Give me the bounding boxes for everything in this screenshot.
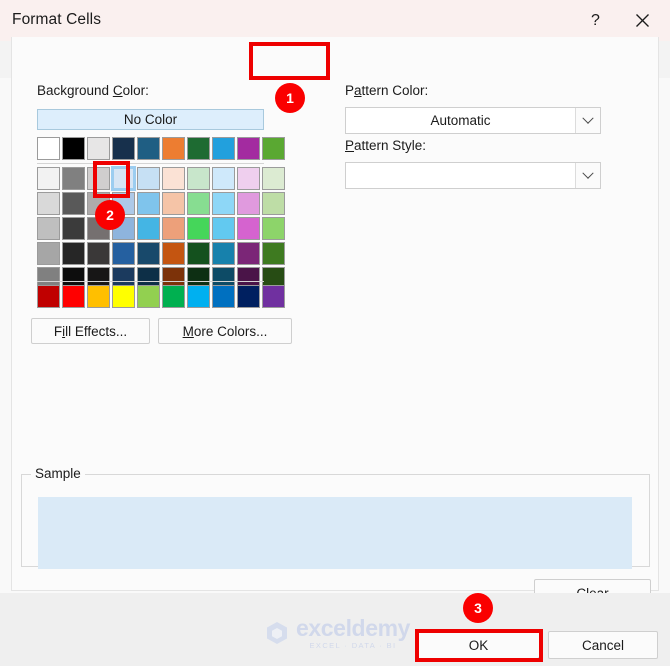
theme-color-swatch-7[interactable] [212, 137, 235, 160]
variant-color-swatch-r2-c9[interactable] [262, 217, 285, 240]
format-cells-dialog: Format Cells ? Number Font Border Fill B… [0, 0, 670, 666]
variant-color-swatch-r0-c7[interactable] [212, 167, 235, 190]
theme-color-swatch-0[interactable] [37, 137, 60, 160]
more-colors-button[interactable]: More Colors... [158, 318, 292, 344]
fill-effects-button[interactable]: Fi ll Effects... [31, 318, 150, 344]
sample-legend-label: Sample [31, 466, 85, 481]
variant-color-swatch-r0-c9[interactable] [262, 167, 285, 190]
sample-preview-swatch [38, 497, 632, 569]
pattern-color-dropdown[interactable]: Automatic [345, 107, 601, 134]
variant-color-swatch-r1-c5[interactable] [162, 192, 185, 215]
variant-color-swatch-r1-c1[interactable] [62, 192, 85, 215]
variant-color-swatch-r0-c6[interactable] [187, 167, 210, 190]
pattern-style-dropdown[interactable] [345, 162, 601, 189]
background-color-label: Background Color: [37, 83, 149, 98]
variant-color-swatch-r3-c2[interactable] [87, 242, 110, 265]
fill-tab-panel: Background Color: No Color Fi ll Effects.… [11, 37, 659, 591]
pattern-style-label: Pattern Style: [345, 138, 427, 153]
variant-color-swatch-r2-c7[interactable] [212, 217, 235, 240]
theme-color-swatch-2[interactable] [87, 137, 110, 160]
palette-divider-top [37, 163, 264, 164]
variant-color-swatch-r0-c0[interactable] [37, 167, 60, 190]
watermark-name: exceldemy [296, 615, 411, 641]
annotation-badge-1: 1 [275, 83, 305, 113]
no-color-button-label: No Color [123, 112, 178, 127]
variant-color-swatch-r1-c4[interactable] [137, 192, 160, 215]
variant-color-swatch-r2-c0[interactable] [37, 217, 60, 240]
variant-color-swatch-r3-c5[interactable] [162, 242, 185, 265]
ok-button-label: OK [468, 637, 489, 653]
variant-color-swatch-r1-c9[interactable] [262, 192, 285, 215]
variant-color-swatch-r0-c4[interactable] [137, 167, 160, 190]
pattern-color-label: Pattern Color: [345, 83, 429, 98]
variant-color-swatch-r3-c4[interactable] [137, 242, 160, 265]
title-bar: Format Cells ? [0, 0, 670, 41]
no-color-button[interactable]: No Color [37, 109, 264, 130]
variant-color-swatch-r0-c2[interactable] [87, 167, 110, 190]
annotation-badge-2: 2 [95, 200, 125, 230]
exceldemy-cube-logo-icon [267, 622, 287, 645]
standard-color-swatch-8[interactable] [237, 285, 260, 308]
cancel-button[interactable]: Cancel [548, 631, 658, 659]
variant-color-swatch-r0-c1[interactable] [62, 167, 85, 190]
standard-color-swatch-6[interactable] [187, 285, 210, 308]
variant-color-swatch-r1-c8[interactable] [237, 192, 260, 215]
theme-color-swatch-1[interactable] [62, 137, 85, 160]
variant-color-swatch-r2-c1[interactable] [62, 217, 85, 240]
theme-color-swatch-3[interactable] [112, 137, 135, 160]
theme-color-swatch-5[interactable] [162, 137, 185, 160]
variant-color-swatch-r0-c3[interactable] [111, 166, 136, 191]
chevron-down-icon[interactable] [575, 108, 600, 133]
standard-color-swatch-4[interactable] [137, 285, 160, 308]
standard-color-swatch-9[interactable] [262, 285, 285, 308]
close-icon[interactable] [620, 0, 665, 41]
theme-color-swatch-9[interactable] [262, 137, 285, 160]
theme-colors-row [37, 137, 285, 160]
standard-color-swatch-2[interactable] [87, 285, 110, 308]
variant-color-swatch-r2-c4[interactable] [137, 217, 160, 240]
standard-color-swatch-3[interactable] [112, 285, 135, 308]
exceldemy-watermark: exceldemy EXCEL · DATA · BI [264, 617, 410, 650]
watermark-tagline: EXCEL · DATA · BI [309, 641, 397, 650]
palette-divider-bottom [37, 281, 264, 282]
variant-color-swatch-r3-c3[interactable] [112, 242, 135, 265]
variant-color-swatch-r0-c8[interactable] [237, 167, 260, 190]
standard-color-swatch-0[interactable] [37, 285, 60, 308]
help-icon[interactable]: ? [573, 0, 618, 41]
theme-color-variants-grid [37, 166, 285, 290]
variant-color-swatch-r1-c6[interactable] [187, 192, 210, 215]
standard-colors-row [37, 285, 285, 308]
theme-color-swatch-6[interactable] [187, 137, 210, 160]
theme-color-swatch-8[interactable] [237, 137, 260, 160]
variant-color-swatch-r2-c8[interactable] [237, 217, 260, 240]
pattern-color-value: Automatic [430, 113, 491, 128]
chevron-down-icon[interactable] [575, 163, 600, 188]
dialog-title: Format Cells [12, 11, 102, 28]
annotation-badge-3: 3 [463, 593, 493, 623]
variant-color-swatch-r1-c0[interactable] [37, 192, 60, 215]
standard-color-swatch-1[interactable] [62, 285, 85, 308]
variant-color-swatch-r2-c6[interactable] [187, 217, 210, 240]
variant-color-swatch-r3-c7[interactable] [212, 242, 235, 265]
cancel-button-label: Cancel [581, 637, 625, 653]
variant-color-swatch-r3-c8[interactable] [237, 242, 260, 265]
standard-color-swatch-5[interactable] [162, 285, 185, 308]
variant-color-swatch-r3-c9[interactable] [262, 242, 285, 265]
help-icon-glyph: ? [591, 11, 600, 29]
variant-color-swatch-r3-c6[interactable] [187, 242, 210, 265]
theme-color-swatch-4[interactable] [137, 137, 160, 160]
variant-color-swatch-r0-c5[interactable] [162, 167, 185, 190]
variant-color-swatch-r1-c7[interactable] [212, 192, 235, 215]
ok-button[interactable]: OK [417, 631, 540, 659]
variant-color-swatch-r3-c0[interactable] [37, 242, 60, 265]
variant-color-swatch-r2-c5[interactable] [162, 217, 185, 240]
variant-color-swatch-r3-c1[interactable] [62, 242, 85, 265]
standard-color-swatch-7[interactable] [212, 285, 235, 308]
